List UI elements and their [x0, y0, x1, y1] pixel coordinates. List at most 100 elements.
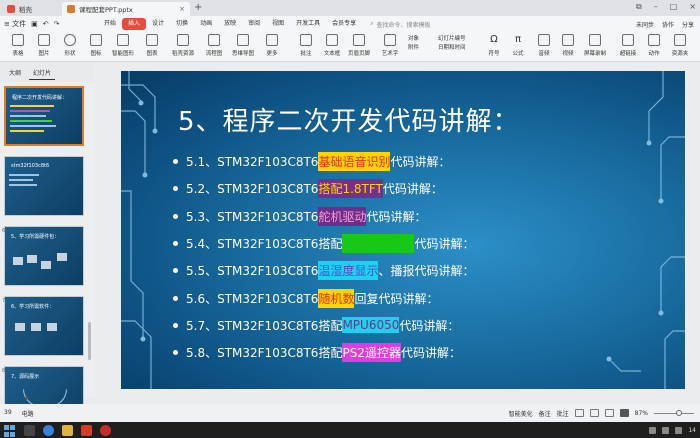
thumbnail-scrollbar[interactable]: [88, 84, 92, 384]
menu-design[interactable]: 设计: [146, 18, 170, 30]
attachment-button[interactable]: 附件: [408, 44, 419, 53]
menu-view[interactable]: 视图: [266, 18, 290, 30]
theme-name[interactable]: 电路: [22, 409, 34, 418]
slide-thumbnail[interactable]: 6、学习所需软件：: [4, 296, 84, 356]
normal-view-icon[interactable]: [574, 409, 584, 417]
slide-number-7: 7: [2, 298, 6, 304]
shape-icon: [64, 34, 76, 46]
share-button[interactable]: 分享: [682, 20, 694, 29]
browser-app-icon[interactable]: [43, 424, 54, 436]
play-slideshow-icon[interactable]: [619, 409, 629, 417]
bullet-item[interactable]: 5.7、STM32F103C8T6搭配 MPU6050 代码讲解：: [173, 312, 474, 339]
resource-folder-tool[interactable]: 资源夹: [666, 34, 694, 57]
new-tab-button[interactable]: +: [194, 2, 202, 13]
sorter-view-icon[interactable]: [589, 409, 599, 417]
more-tool[interactable]: 更多: [258, 34, 286, 57]
thumbnail-title: stm32f103c8t6: [11, 163, 50, 169]
redo-icon[interactable]: ↷: [54, 20, 60, 28]
tab-outline[interactable]: 大纲: [5, 68, 25, 80]
windows-start-icon[interactable]: [2, 423, 16, 437]
picture-tool[interactable]: 图片: [30, 34, 58, 57]
recorder-app-icon[interactable]: [100, 424, 111, 436]
menu-insert[interactable]: 插入: [122, 18, 147, 30]
wordart-tool[interactable]: 艺术字: [376, 34, 404, 57]
bullet-item[interactable]: 5.6、STM32F103C8T6 随机数 回复代码讲解：: [173, 284, 474, 311]
slide-title[interactable]: 5、程序二次开发代码讲解：: [178, 101, 520, 138]
comment-tool[interactable]: 批注: [292, 34, 320, 57]
docer-resource-tool[interactable]: 稻壳资源: [166, 34, 200, 57]
smart-beautify-button[interactable]: 智能美化: [509, 409, 533, 418]
add-slide-button[interactable]: +: [22, 391, 31, 404]
slide-number-button[interactable]: 幻灯片编号: [438, 35, 466, 44]
menu-developer[interactable]: 开发工具: [290, 18, 326, 30]
chart-tool[interactable]: 图表: [138, 34, 166, 57]
date-time-button[interactable]: 日期和时间: [438, 44, 466, 53]
reading-view-icon[interactable]: [604, 409, 614, 417]
slide-thumbnail[interactable]: stm32f103c8t6: [4, 156, 84, 216]
slide-thumbnail[interactable]: 5、学习所需硬件包：: [4, 226, 84, 286]
tab-slides[interactable]: 幻灯片: [29, 68, 56, 80]
slide-number-8: 8: [2, 368, 6, 374]
screen-record-label: 屏幕录制: [583, 51, 606, 57]
hyperlink-tool[interactable]: 超链接: [614, 34, 642, 57]
minimize-icon[interactable]: –: [654, 2, 658, 12]
scrollbar-thumb[interactable]: [88, 322, 91, 360]
screen-record-tool[interactable]: 屏幕录制: [578, 34, 612, 57]
view-tabs: 大纲 幻灯片: [0, 68, 94, 80]
save-icon[interactable]: ▣: [31, 20, 38, 28]
formula-tool[interactable]: π 公式: [504, 34, 532, 57]
menu-animations[interactable]: 动画: [194, 18, 218, 30]
thumbnail-title: 7、源码展示: [11, 374, 40, 380]
slide-bullet-list[interactable]: 5.1、STM32F103C8T6 基础语音识别 代码讲解： 5.2、STM32F10…: [173, 148, 474, 366]
undo-icon[interactable]: ↶: [43, 20, 49, 28]
zoom-level[interactable]: 87%: [635, 410, 648, 417]
tab-document[interactable]: 课程配套PPT.pptx ×: [62, 2, 190, 16]
sync-status[interactable]: 未同步: [636, 20, 654, 29]
bullet-suffix: 回复代码讲解：: [354, 291, 439, 306]
wps-app-icon[interactable]: [81, 424, 92, 436]
menu-review[interactable]: 审阅: [242, 18, 266, 30]
maximize-icon[interactable]: □: [670, 2, 678, 12]
bullet-dot-icon: [173, 295, 178, 301]
collaborate-button[interactable]: 协作: [662, 20, 674, 29]
bullet-item[interactable]: 5.4、STM32F103C8T6搭配 温湿度传感器 代码讲解：: [173, 230, 474, 257]
zoom-slider[interactable]: [654, 409, 694, 416]
object-button[interactable]: 对象: [408, 35, 419, 44]
current-slide[interactable]: 5、程序二次开发代码讲解： 5.1、STM32F103C8T6 基础语音识别 代码讲…: [121, 71, 685, 389]
clock[interactable]: 14: [688, 427, 696, 434]
menu-home[interactable]: 开始: [98, 18, 122, 30]
bullet-item[interactable]: 5.3、STM32F103C8T6 舵机驱动 代码讲解：: [173, 203, 474, 230]
table-tool[interactable]: 表格: [4, 34, 32, 57]
volume-icon[interactable]: [662, 426, 670, 434]
icon-label: 图标: [90, 51, 102, 57]
tab-home[interactable]: 稻壳: [2, 2, 60, 16]
bullet-item[interactable]: 5.5、STM32F103C8T6 温湿度显示 、播报代码讲解：: [173, 257, 474, 284]
menu-member[interactable]: 会员专享: [326, 18, 362, 30]
comments-button[interactable]: 批注: [557, 409, 569, 418]
bullet-item[interactable]: 5.1、STM32F103C8T6 基础语音识别 代码讲解：: [173, 148, 474, 175]
menu-slideshow[interactable]: 放映: [218, 18, 242, 30]
search-app-icon[interactable]: [24, 424, 35, 436]
ime-icon[interactable]: [675, 426, 683, 434]
bullet-highlight: MPU6050: [342, 317, 400, 334]
action-tool[interactable]: 动作: [640, 34, 668, 57]
menu-transitions[interactable]: 切换: [170, 18, 194, 30]
bullet-item[interactable]: 5.2、STM32F103C8T6 搭配1.8TFT 代码讲解：: [173, 175, 474, 202]
mindmap-tool[interactable]: 思维导图: [226, 34, 260, 57]
bullet-item[interactable]: 5.8、STM32F103C8T6搭配 PS2遥控器 代码讲解：: [173, 339, 474, 366]
flowchart-tool[interactable]: 流程图: [200, 34, 228, 57]
notes-button[interactable]: 备注: [539, 409, 551, 418]
close-tab-icon[interactable]: ×: [179, 5, 185, 13]
slide-thumbnail[interactable]: 程序二次开发代码讲解：: [4, 86, 84, 146]
network-icon[interactable]: [649, 426, 657, 434]
file-menu[interactable]: ≡ 文件: [4, 19, 26, 29]
zoom-slider-handle[interactable]: [676, 409, 682, 416]
explorer-app-icon[interactable]: [62, 424, 73, 436]
command-search[interactable]: ⌕ 查找命令、搜索模板: [370, 20, 430, 29]
close-window-icon[interactable]: ×: [689, 2, 696, 12]
restore-icon[interactable]: ⧉: [636, 2, 642, 12]
bullet-suffix: 代码讲解：: [399, 318, 460, 333]
smartart-tool[interactable]: 智能图形: [106, 34, 140, 57]
header-footer-tool[interactable]: 页眉页脚: [342, 34, 376, 57]
shape-tool[interactable]: 形状: [56, 34, 84, 57]
